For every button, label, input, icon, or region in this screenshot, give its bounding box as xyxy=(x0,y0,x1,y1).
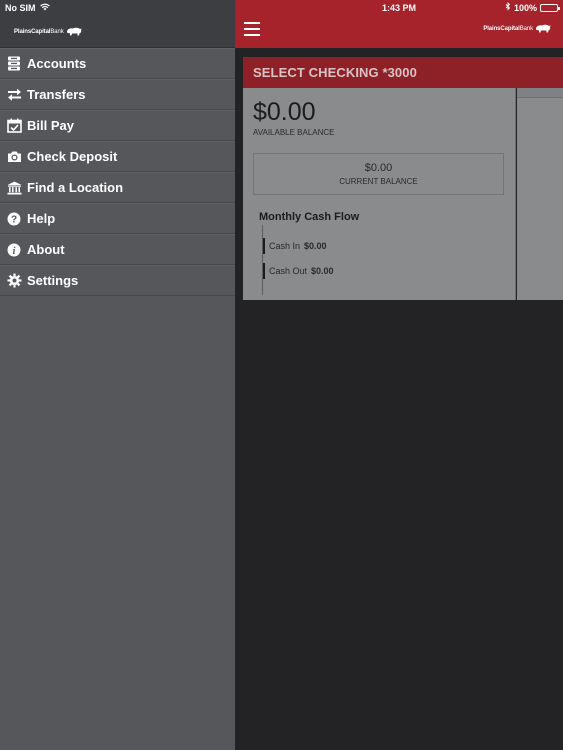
battery-icon xyxy=(540,3,560,12)
camera-icon xyxy=(6,149,22,165)
cash-in-bar xyxy=(263,238,265,254)
cash-in-row: Cash In $0.00 xyxy=(263,238,327,254)
sidebar-item-settings[interactable]: Settings xyxy=(0,265,235,296)
sidebar-item-check-deposit[interactable]: Check Deposit xyxy=(0,141,235,172)
gear-icon xyxy=(6,273,22,289)
sidebar-item-bill-pay[interactable]: Bill Pay xyxy=(0,110,235,141)
help-icon: ? xyxy=(6,211,22,227)
svg-text:i: i xyxy=(13,245,16,256)
sidebar-item-help[interactable]: ? Help xyxy=(0,203,235,234)
sidebar-menu: No SIM PlainsCapital Bank Accounts Transf… xyxy=(0,0,235,750)
available-balance-amount: $0.00 xyxy=(253,98,316,126)
header-bank-logo: PlainsCapital Bank xyxy=(483,24,551,33)
sidebar-item-label: About xyxy=(27,242,65,257)
current-balance-box: $0.00 CURRENT BALANCE xyxy=(253,153,504,195)
main-content: 1:43 PM 100% PlainsCapital Bank SELECT CH… xyxy=(235,0,563,750)
top-bar: 1:43 PM 100% PlainsCapital Bank xyxy=(235,0,563,48)
status-bar-left: No SIM xyxy=(0,0,235,16)
transfers-icon xyxy=(6,87,22,103)
sidebar-item-label: Help xyxy=(27,211,56,226)
info-icon: i xyxy=(6,242,22,258)
accounts-icon xyxy=(6,56,22,72)
cash-flow-title: Monthly Cash Flow xyxy=(259,211,360,223)
status-bar: 1:43 PM 100% xyxy=(235,0,563,16)
cash-flow-axis xyxy=(262,225,263,295)
sidebar-item-label: Check Deposit xyxy=(27,149,118,164)
cash-out-bar xyxy=(263,263,265,279)
cash-out-row: Cash Out $0.00 xyxy=(263,263,334,279)
current-balance-amount: $0.00 xyxy=(364,162,393,174)
sidebar-item-label: Settings xyxy=(27,273,79,288)
next-card-header xyxy=(517,88,563,98)
wifi-icon xyxy=(39,3,50,13)
sidebar-item-label: Transfers xyxy=(27,87,86,102)
sidebar-nav: Accounts Transfers Bill Pay Check Deposi… xyxy=(0,48,235,296)
cash-out-value: $0.00 xyxy=(311,266,334,276)
cash-in-value: $0.00 xyxy=(304,241,327,251)
sidebar-item-about[interactable]: i About xyxy=(0,234,235,265)
sidebar-item-label: Find a Location xyxy=(27,180,124,195)
sidebar-item-label: Accounts xyxy=(27,56,87,71)
available-balance-label: AVAILABLE BALANCE xyxy=(253,128,335,137)
buffalo-icon xyxy=(66,27,82,36)
current-balance-label: CURRENT BALANCE xyxy=(339,177,418,186)
sidebar-item-find-location[interactable]: Find a Location xyxy=(0,172,235,203)
sidebar-item-transfers[interactable]: Transfers xyxy=(0,79,235,110)
carrier-label: No SIM xyxy=(5,3,36,13)
hamburger-menu-button[interactable] xyxy=(244,22,260,36)
sidebar-item-label: Bill Pay xyxy=(27,118,74,133)
account-title[interactable]: SELECT CHECKING *3000 xyxy=(243,57,563,88)
account-summary-card[interactable]: $0.00 AVAILABLE BALANCE $0.00 CURRENT BA… xyxy=(243,88,516,300)
sidebar-item-accounts[interactable]: Accounts xyxy=(0,48,235,79)
bank-building-icon xyxy=(6,180,22,196)
bluetooth-icon xyxy=(505,1,511,13)
svg-text:?: ? xyxy=(11,214,17,225)
next-account-card[interactable] xyxy=(517,88,563,300)
calendar-check-icon xyxy=(6,118,22,134)
bank-logo: PlainsCapital Bank xyxy=(14,27,82,36)
cash-in-label: Cash In xyxy=(269,241,301,251)
buffalo-icon xyxy=(536,24,551,33)
sidebar-header: PlainsCapital Bank xyxy=(0,16,235,48)
cash-out-label: Cash Out xyxy=(269,266,308,276)
battery-percent: 100% xyxy=(513,2,537,13)
